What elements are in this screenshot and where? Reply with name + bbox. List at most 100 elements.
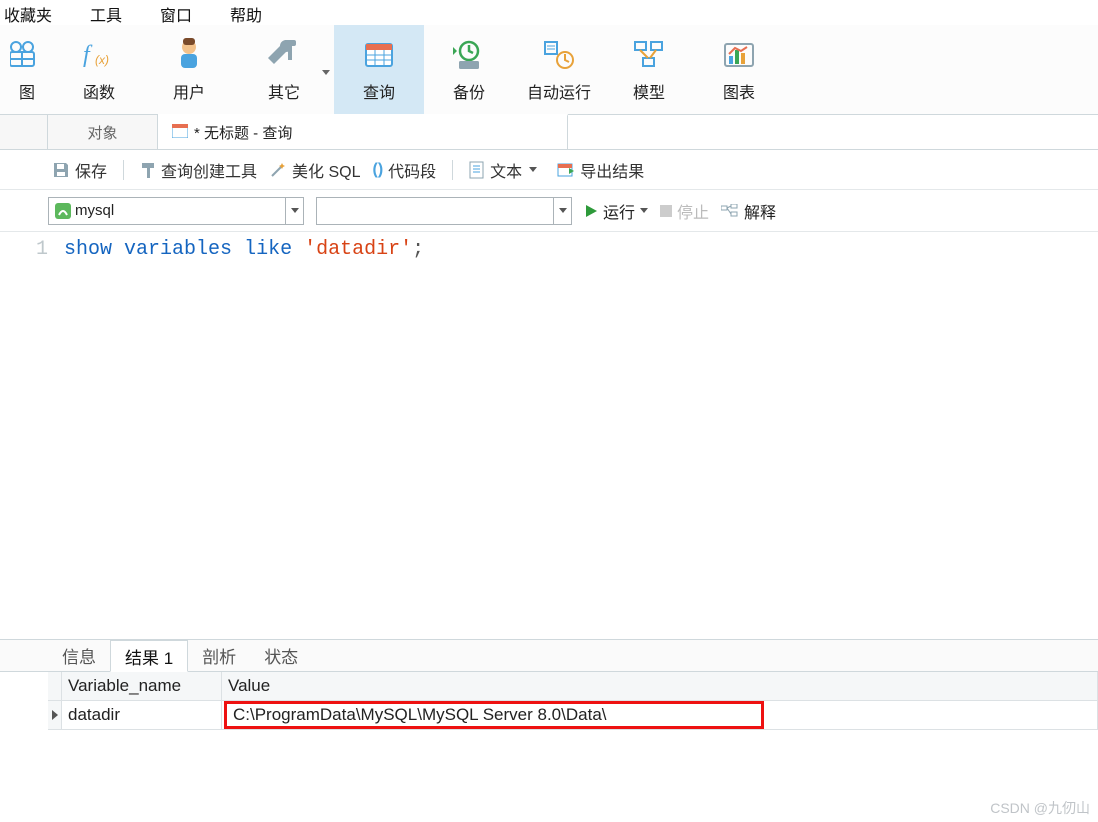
ribbon-chart-label: 图表 <box>723 79 755 103</box>
column-header-value[interactable]: Value <box>222 672 1098 701</box>
stop-icon <box>660 205 672 217</box>
ribbon-model-label: 模型 <box>633 79 665 103</box>
run-label: 运行 <box>603 199 635 223</box>
menu-favorites[interactable]: 收藏夹 <box>0 0 56 28</box>
autorun-icon <box>539 37 579 73</box>
text-file-icon <box>469 161 485 179</box>
ribbon-autorun[interactable]: 自动运行 <box>514 25 604 114</box>
tab-profile[interactable]: 剖析 <box>188 640 250 671</box>
braces-icon: () <box>373 161 384 179</box>
highlighted-value: C:\ProgramData\MySQL\MySQL Server 8.0\Da… <box>224 701 764 729</box>
tab-objects-label: 对象 <box>87 122 117 143</box>
document-tabs: 对象 * 无标题 - 查询 <box>0 115 1098 150</box>
ribbon-autorun-label: 自动运行 <box>527 79 591 103</box>
ribbon-toolbar: 图 f(x) 函数 用户 其它 查询 备份 自动运行 <box>0 25 1098 115</box>
query-builder-button[interactable]: 查询创建工具 <box>136 156 261 184</box>
keyword-like: like <box>244 238 292 261</box>
database-combo[interactable] <box>316 197 572 225</box>
watermark: CSDN @九仞山 <box>990 798 1090 818</box>
sql-editor[interactable]: 1 show variables like 'datadir'; <box>0 232 1098 640</box>
chevron-down-icon <box>529 167 537 172</box>
function-icon: f(x) <box>79 37 119 73</box>
ribbon-query[interactable]: 查询 <box>334 25 424 114</box>
connection-toolbar: mysql 运行 停止 解释 <box>0 190 1098 232</box>
ribbon-other-label: 其它 <box>268 79 300 103</box>
ribbon-view[interactable]: 图 <box>0 25 54 114</box>
run-button[interactable]: 运行 <box>584 199 648 223</box>
ribbon-user-label: 用户 <box>173 79 205 103</box>
tab-objects[interactable]: 对象 <box>48 115 158 149</box>
hammer-icon <box>140 161 156 179</box>
stop-button: 停止 <box>660 199 709 223</box>
ribbon-chart[interactable]: 图表 <box>694 25 784 114</box>
cell-variable-name[interactable]: datadir <box>62 701 222 730</box>
menu-bar: 收藏夹 工具 窗口 帮助 <box>0 0 1098 25</box>
export-icon <box>557 162 575 178</box>
svg-text:(x): (x) <box>95 53 109 67</box>
snippet-label: 代码段 <box>388 158 436 182</box>
wrench-icon <box>264 37 304 73</box>
row-pointer-icon <box>52 710 58 720</box>
editor-gutter: 1 <box>0 232 60 639</box>
editor-content[interactable]: show variables like 'datadir'; <box>60 232 424 639</box>
line-number: 1 <box>0 238 48 261</box>
backup-icon <box>449 37 489 73</box>
text-label: 文本 <box>490 158 522 182</box>
navicat-connection-icon <box>55 203 71 219</box>
explain-icon <box>721 204 739 218</box>
snippet-button[interactable]: () 代码段 <box>369 156 441 184</box>
menu-tools[interactable]: 工具 <box>86 0 126 28</box>
user-icon <box>169 37 209 73</box>
connection-dropdown-icon[interactable] <box>285 198 303 224</box>
svg-text:f: f <box>83 42 93 68</box>
ribbon-model[interactable]: 模型 <box>604 25 694 114</box>
tab-untitled-query[interactable]: * 无标题 - 查询 <box>158 114 568 149</box>
result-grid: Variable_name Value datadir C:\ProgramDa… <box>0 672 1098 730</box>
menu-window[interactable]: 窗口 <box>156 0 196 28</box>
cell-value[interactable]: C:\ProgramData\MySQL\MySQL Server 8.0\Da… <box>222 701 1098 730</box>
result-tabs: 信息 结果 1 剖析 状态 <box>0 640 1098 672</box>
connection-combo[interactable]: mysql <box>48 197 304 225</box>
ribbon-backup-label: 备份 <box>453 79 485 103</box>
save-label: 保存 <box>75 158 107 182</box>
left-gutter <box>0 115 48 149</box>
row-handle <box>48 672 62 701</box>
menu-help[interactable]: 帮助 <box>226 0 266 28</box>
ribbon-function[interactable]: f(x) 函数 <box>54 25 144 114</box>
play-icon <box>584 204 598 218</box>
database-dropdown-icon[interactable] <box>553 198 571 224</box>
stop-label: 停止 <box>677 199 709 223</box>
save-button[interactable]: 保存 <box>48 156 111 184</box>
connection-value: mysql <box>75 202 114 219</box>
string-literal: 'datadir' <box>304 238 412 261</box>
tab-result-1[interactable]: 结果 1 <box>110 640 188 672</box>
explain-button[interactable]: 解释 <box>721 199 776 223</box>
query-toolbar: 保存 查询创建工具 美化 SQL () 代码段 文本 导出结果 <box>0 150 1098 190</box>
tab-info[interactable]: 信息 <box>48 640 110 671</box>
query-builder-label: 查询创建工具 <box>161 158 257 182</box>
table-row[interactable]: datadir C:\ProgramData\MySQL\MySQL Serve… <box>48 701 1098 730</box>
text-button[interactable]: 文本 <box>465 156 541 184</box>
grid-header-row: Variable_name Value <box>48 672 1098 701</box>
ribbon-view-label: 图 <box>19 79 35 103</box>
column-header-variable-name[interactable]: Variable_name <box>62 672 222 701</box>
model-icon <box>629 37 669 73</box>
tab-status[interactable]: 状态 <box>250 640 312 671</box>
explain-label: 解释 <box>744 199 776 223</box>
query-tab-icon <box>172 124 188 142</box>
ribbon-backup[interactable]: 备份 <box>424 25 514 114</box>
ribbon-query-label: 查询 <box>363 79 395 103</box>
current-row-indicator <box>48 701 62 730</box>
view-icon <box>7 37 47 73</box>
ribbon-user[interactable]: 用户 <box>144 25 234 114</box>
chevron-down-icon <box>640 208 648 213</box>
keyword-show: show <box>64 238 112 261</box>
save-icon <box>52 161 70 179</box>
export-button[interactable]: 导出结果 <box>553 156 648 184</box>
query-icon <box>359 37 399 73</box>
tab-untitled-label: * 无标题 - 查询 <box>194 122 292 143</box>
ribbon-function-label: 函数 <box>83 79 115 103</box>
beautify-sql-button[interactable]: 美化 SQL <box>265 156 364 184</box>
ribbon-other[interactable]: 其它 <box>234 25 334 114</box>
wand-icon <box>269 161 287 179</box>
